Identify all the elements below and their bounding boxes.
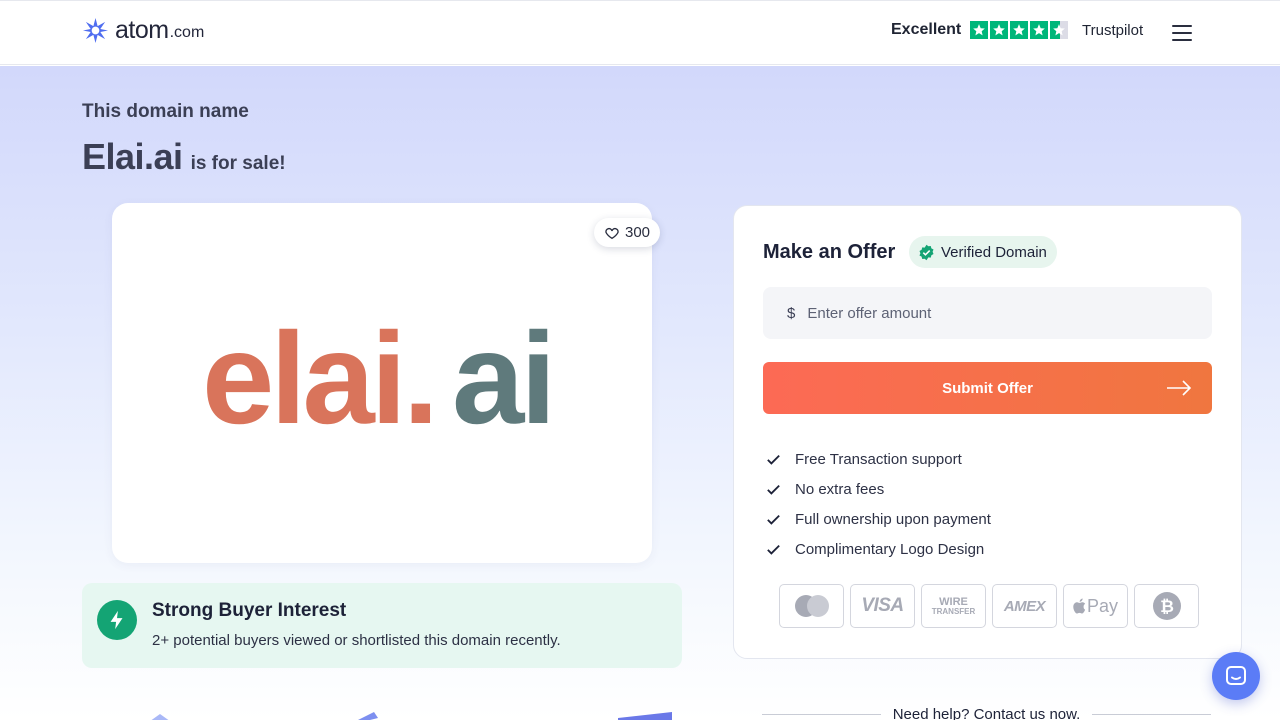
mastercard-icon [779,584,844,628]
offer-amount-field[interactable]: $ [763,287,1212,339]
wire-transfer-icon: WIRE TRANSFER [921,584,986,628]
arrow-right-icon [1167,380,1192,396]
amex-label: AMEX [1003,597,1046,615]
benefit-label: Full ownership upon payment [795,510,991,528]
domain-logo-card: elai. ai [112,203,652,563]
help-divider: Need help? Contact us now. [762,706,1211,720]
offer-amount-input[interactable] [807,304,1188,322]
trustpilot-link[interactable]: Trustpilot [1082,22,1143,39]
verified-check-icon [919,244,934,260]
star-icon [1030,21,1049,39]
page-title: Elai.ai is for sale! [82,136,286,178]
lightning-icon [97,600,137,640]
check-icon [767,484,780,495]
eyebrow-text: This domain name [82,101,249,122]
check-icon [767,514,780,525]
list-item: No extra fees [765,474,991,504]
chat-launcher-button[interactable] [1212,652,1260,700]
list-item: Free Transaction support [765,444,991,474]
wire-line1: WIRE [939,595,968,608]
visa-label: VISA [861,595,904,616]
interest-title: Strong Buyer Interest [152,600,347,621]
benefit-label: Complimentary Logo Design [795,540,985,558]
half-star-icon [1050,21,1069,39]
submit-offer-label: Submit Offer [942,379,1033,397]
star-icon [990,21,1009,39]
apple-pay-label: Pay [1086,595,1119,616]
help-text[interactable]: Need help? Contact us now. [881,706,1093,720]
card-illustration-icon [618,712,672,720]
atom-star-icon [82,17,109,44]
interest-text: 2+ potential buyers viewed or shortliste… [152,632,561,649]
amex-icon: AMEX [992,584,1057,628]
domain-name: Elai.ai [82,136,183,177]
shield-illustration-icon [151,714,169,720]
payment-methods: VISA WIRE TRANSFER AMEX Pay ₿ [779,584,1199,628]
svg-text:₿: ₿ [1160,597,1174,616]
verified-domain-badge: Verified Domain [909,236,1057,268]
check-icon [767,454,780,465]
rating-label: Excellent [891,21,962,38]
trustpilot-rating[interactable]: Excellent [891,21,1069,39]
heart-icon [605,227,619,239]
hamburger-menu-icon[interactable] [1172,25,1192,41]
apple-icon [1073,598,1086,614]
star-icon [970,21,989,39]
check-icon [767,544,780,555]
logo-text-main: elai. [202,305,435,451]
logo-wordmark: atom [115,16,169,44]
favorite-button[interactable]: 300 [594,218,661,247]
list-item: Full ownership upon payment [765,504,991,534]
buyer-interest-box: Strong Buyer Interest 2+ potential buyer… [82,583,682,668]
submit-offer-button[interactable]: Submit Offer [763,362,1212,414]
star-icon [1010,21,1029,39]
wire-line2: TRANSFER [931,606,976,616]
visa-icon: VISA [850,584,915,628]
megaphone-illustration-icon [358,712,378,720]
elai-logo: elai. ai [202,305,556,451]
site-header: atom .com Excellent Trustpilot [0,0,1280,65]
bitcoin-icon: ₿ [1134,584,1199,628]
logo-text-tld: ai [452,305,552,451]
atom-logo[interactable]: atom .com [82,17,204,44]
logo-suffix: .com [169,23,205,41]
offer-title: Make an Offer [763,241,896,263]
benefits-list: Free Transaction support No extra fees F… [765,444,991,564]
offer-card: Make an Offer Verified Domain $ Submit O… [733,205,1242,659]
benefit-label: Free Transaction support [795,450,962,468]
chat-icon [1226,666,1246,685]
currency-symbol: $ [787,304,796,322]
benefit-label: No extra fees [795,480,885,498]
verified-label: Verified Domain [941,243,1047,261]
apple-pay-icon: Pay [1063,584,1128,628]
like-count: 300 [625,224,651,241]
for-sale-text: is for sale! [190,153,286,174]
list-item: Complimentary Logo Design [765,534,991,564]
rating-stars [970,21,1069,39]
